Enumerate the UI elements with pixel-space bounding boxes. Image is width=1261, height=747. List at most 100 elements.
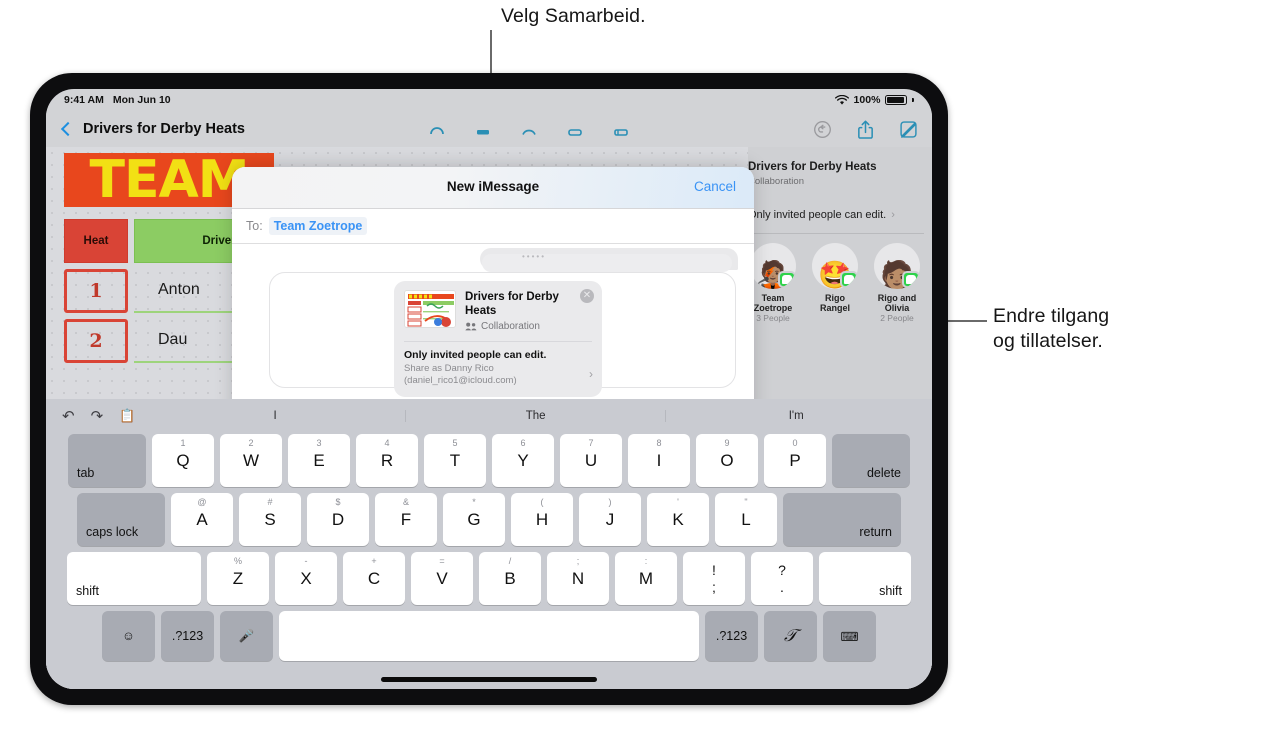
card-doc-name: Drivers for Derby Heats xyxy=(465,291,559,317)
microphone-icon[interactable]: 🎤 xyxy=(220,611,273,661)
emoji-icon[interactable]: ☺ xyxy=(102,611,155,661)
key-v-label: V xyxy=(436,568,448,588)
key-delete[interactable]: delete xyxy=(832,434,910,487)
recipient-row[interactable]: To: Team Zoetrope xyxy=(232,209,754,244)
key-x[interactable]: -X xyxy=(275,552,337,605)
key-c[interactable]: + C xyxy=(343,552,405,605)
key-e[interactable]: 3E xyxy=(288,434,350,487)
key-s[interactable]: # S xyxy=(239,493,301,546)
messages-badge-icon xyxy=(840,271,858,288)
key-j[interactable]: ) J xyxy=(579,493,641,546)
key-y[interactable]: 6Y xyxy=(492,434,554,487)
key-p[interactable]: 0P xyxy=(764,434,826,487)
key-semicolon-bottom: ; xyxy=(712,579,716,595)
key-e-secondary: 3 xyxy=(316,438,322,448)
prediction-1[interactable]: I xyxy=(145,410,406,422)
key-k-label: K xyxy=(672,509,684,529)
key-n[interactable]: ; N xyxy=(547,552,609,605)
collab-permission-row[interactable]: Only invited people can edit. › xyxy=(748,209,924,221)
key-question-period[interactable]: ?. xyxy=(751,552,813,605)
chevron-left-icon[interactable] xyxy=(60,121,76,137)
key-tab[interactable]: tab xyxy=(68,434,146,487)
undo-icon[interactable]: ↶ xyxy=(62,407,75,425)
key-h-secondary: ( xyxy=(540,497,544,507)
comment-icon[interactable] xyxy=(565,121,585,137)
key-i-label: I xyxy=(656,450,662,470)
key-numbers-left[interactable]: .?123 xyxy=(161,611,214,661)
key-k-secondary: ' xyxy=(677,497,679,507)
recipient-chip[interactable]: Team Zoetrope xyxy=(268,217,368,235)
key-numbers-right[interactable]: .?123 xyxy=(705,611,758,661)
status-bar: 9:41 AM Mon Jun 10 100% xyxy=(46,89,932,111)
avatar-sub: 2 People xyxy=(880,313,914,323)
redo-icon[interactable]: ↷ xyxy=(91,407,104,425)
key-g[interactable]: * G xyxy=(443,493,505,546)
key-b-secondary: / xyxy=(508,556,512,566)
key-w-secondary: 2 xyxy=(248,438,254,448)
key-b-label: B xyxy=(504,568,516,588)
key-d[interactable]: $ D xyxy=(307,493,369,546)
key-h[interactable]: (H xyxy=(511,493,573,546)
key-space[interactable] xyxy=(279,611,699,661)
key-l[interactable]: " L xyxy=(715,493,777,546)
key-k[interactable]: ' K xyxy=(647,493,709,546)
prediction-2[interactable]: The xyxy=(406,410,667,422)
people-icon xyxy=(465,322,477,331)
cancel-button[interactable]: Cancel xyxy=(694,179,736,194)
keyboard-dismiss-icon[interactable]: ⌨ xyxy=(823,611,876,661)
key-i-secondary: 8 xyxy=(656,438,662,448)
avatar-item[interactable]: 🤩 Rigo Rangel xyxy=(810,243,860,323)
handwriting-icon[interactable]: 𝒯 xyxy=(764,611,817,661)
avatar-item[interactable]: 🧑🏽‍🎤 Team Zoetrope 3 People xyxy=(748,243,798,323)
cell-heat-2[interactable]: 2 xyxy=(64,319,128,363)
key-return[interactable]: return xyxy=(783,493,901,546)
key-b[interactable]: / B xyxy=(479,552,541,605)
home-indicator[interactable] xyxy=(381,677,597,682)
key-r[interactable]: 4R xyxy=(356,434,418,487)
cell-heat-1[interactable]: 1 xyxy=(64,269,128,313)
key-m[interactable]: :M xyxy=(615,552,677,605)
close-circle-icon[interactable]: ✕ xyxy=(580,289,594,303)
key-f[interactable]: & F xyxy=(375,493,437,546)
share-icon[interactable] xyxy=(856,119,875,140)
compose-icon[interactable] xyxy=(899,120,918,139)
key-a[interactable]: @ A xyxy=(171,493,233,546)
avatar: 🤩 xyxy=(812,243,858,289)
key-f-label: F xyxy=(400,509,412,529)
key-t[interactable]: 5T xyxy=(424,434,486,487)
key-exclaim-semicolon[interactable]: !; xyxy=(683,552,745,605)
table-icon[interactable] xyxy=(473,121,493,137)
paste-icon[interactable]: 📋 xyxy=(119,408,135,424)
key-v[interactable]: = V xyxy=(411,552,473,605)
key-q[interactable]: 1Q xyxy=(152,434,214,487)
toolbar-right-icons xyxy=(813,119,918,140)
media-icon[interactable] xyxy=(519,121,539,137)
avatar-name: Rigo and Olivia xyxy=(877,293,917,313)
card-permission-text: Only invited people can edit. xyxy=(404,349,547,361)
card-kind-label: Collaboration xyxy=(481,321,540,332)
collaboration-attachment-card[interactable]: Drivers for Derby Heats Collaboration ✕ … xyxy=(394,281,602,397)
key-z[interactable]: % Z xyxy=(207,552,269,605)
key-caps-lock[interactable]: caps lock xyxy=(77,493,165,546)
key-w[interactable]: 2W xyxy=(220,434,282,487)
key-u[interactable]: 7U xyxy=(560,434,622,487)
key-shift-left[interactable]: shift xyxy=(67,552,201,605)
app-toolbar: Drivers for Derby Heats xyxy=(46,111,932,147)
battery-percent: 100% xyxy=(853,94,881,106)
avatar-item[interactable]: 🧑🏽 Rigo and Olivia 2 People xyxy=(872,243,922,323)
shape-icon[interactable] xyxy=(427,121,447,137)
chevron-right-icon[interactable]: › xyxy=(589,367,593,381)
key-s-secondary: # xyxy=(267,497,273,507)
callout-change-access: Endre tilgang og tillatelser. xyxy=(993,305,1110,352)
key-i[interactable]: 8I xyxy=(628,434,690,487)
format-icon[interactable] xyxy=(611,121,631,137)
collab-subtitle: Collaboration xyxy=(748,176,804,187)
messages-badge-icon xyxy=(902,271,920,288)
key-shift-right[interactable]: shift xyxy=(819,552,911,605)
undo-icon[interactable] xyxy=(813,120,832,139)
keyboard-row-4: ☺ .?123 🎤 .?123 𝒯 ⌨ xyxy=(52,611,926,661)
prediction-3[interactable]: I'm xyxy=(666,410,926,422)
key-o[interactable]: 9O xyxy=(696,434,758,487)
message-bubble xyxy=(482,254,732,272)
key-x-secondary: - xyxy=(304,556,308,566)
